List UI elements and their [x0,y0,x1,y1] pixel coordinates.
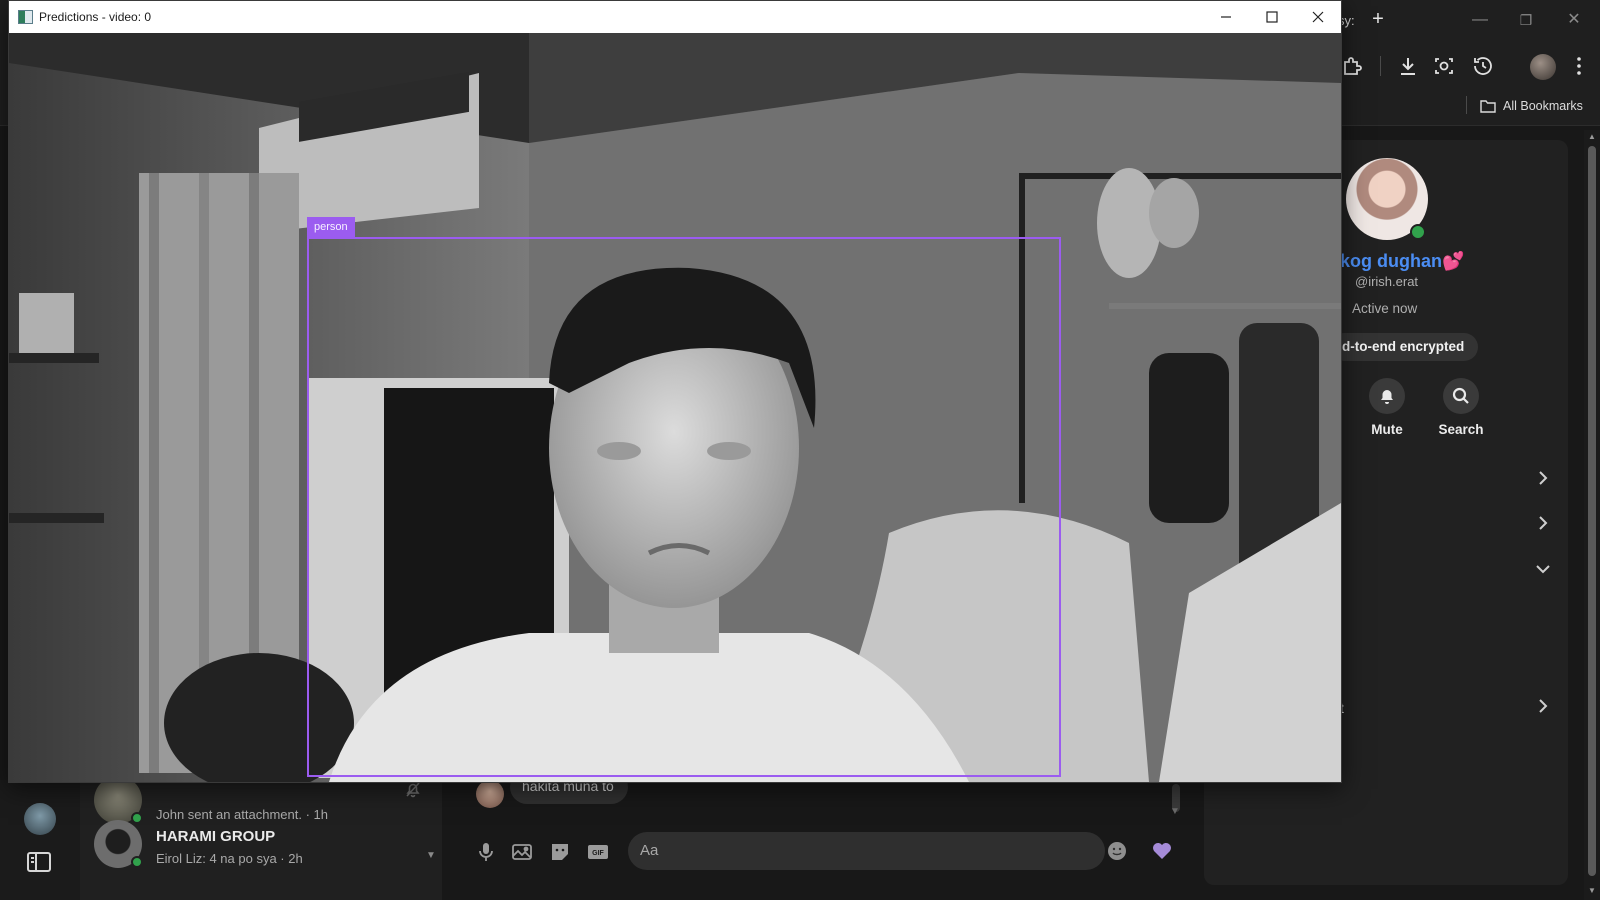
profile-handle: @irish.erat [1355,274,1419,289]
sender-avatar [476,780,504,808]
mute-label: Mute [1371,422,1403,437]
all-bookmarks-label: All Bookmarks [1503,99,1583,113]
browser-profile-avatar[interactable] [1530,54,1556,80]
browser-minimize-button[interactable]: — [1466,8,1494,32]
folder-icon [1480,100,1496,113]
toolbar-separator [1380,56,1381,76]
chat-name: HARAMI GROUP [156,828,276,845]
image-icon[interactable] [510,840,534,864]
online-indicator [1410,224,1426,240]
new-tab-button[interactable]: + [1366,8,1390,32]
svg-text:GIF: GIF [592,850,604,857]
desktop: sy: + — ❐ ✕ All Bookmarks John sent an a… [0,0,1600,900]
detection-bounding-box [307,237,1061,777]
bell-icon [1381,390,1393,404]
predictions-window: Predictions - video: 0 person [8,0,1342,783]
browser-restore-button[interactable]: ❐ [1512,8,1540,32]
more-menu-icon[interactable] [1567,54,1591,78]
message-input[interactable]: Aa [628,832,1105,870]
extensions-icon[interactable] [1340,54,1364,78]
window-titlebar[interactable]: Predictions - video: 0 [9,1,1341,33]
scroll-up-icon[interactable]: ▲ [1588,132,1596,141]
mute-button[interactable]: Mute [1352,378,1422,437]
profile-status: Active now [1352,301,1418,316]
heart-icon[interactable] [1150,838,1174,862]
history-icon[interactable] [1471,54,1495,78]
chevron-right-icon[interactable] [1534,514,1552,532]
online-indicator [131,856,143,868]
search-icon [1452,387,1469,404]
page-scrollbar[interactable]: ▲ ▼ [1584,130,1600,900]
scrollbar-thumb[interactable] [1588,146,1596,876]
scroll-down-icon[interactable]: ▼ [1588,886,1596,895]
video-frame: person [9,33,1341,782]
chevron-down-icon[interactable] [1534,560,1552,578]
chat-list: John sent an attachment. · 1h HARAMI GRO… [80,776,442,900]
close-button[interactable] [1295,1,1341,33]
search-label: Search [1438,422,1484,437]
browser-close-button[interactable]: ✕ [1560,8,1588,32]
chat-preview: Eirol Liz: 4 na po sya · 2h [156,851,303,866]
sticker-icon[interactable] [548,840,572,864]
detection-label: person [307,217,355,238]
bookmarks-separator [1466,96,1467,114]
user-avatar[interactable] [24,803,56,835]
minimize-button[interactable] [1203,1,1249,33]
chat-list-item[interactable]: HARAMI GROUP Eirol Liz: 4 na po sya · 2h [94,818,434,874]
microphone-icon[interactable] [474,840,498,864]
chevron-right-icon[interactable] [1534,469,1552,487]
encryption-badge[interactable]: d-to-end encrypted [1330,333,1479,361]
chevron-right-icon[interactable] [1534,697,1552,715]
app-icon [18,10,33,24]
screenshot-icon[interactable] [1432,54,1456,78]
search-button[interactable]: Search [1426,378,1496,437]
download-icon[interactable] [1396,54,1420,78]
window-title: Predictions - video: 0 [39,10,152,24]
emoji-icon[interactable] [1106,840,1128,862]
gif-icon[interactable]: GIF [586,840,610,864]
chevron-down-icon[interactable]: ▼ [426,850,436,861]
all-bookmarks-button[interactable]: All Bookmarks [1480,96,1583,116]
profile-name: kog dughan💕 [1340,251,1465,271]
left-rail [0,780,80,900]
maximize-button[interactable] [1249,1,1295,33]
toggle-sidebar-button[interactable] [22,848,56,876]
scroll-down-icon[interactable]: ▼ [1170,806,1180,817]
